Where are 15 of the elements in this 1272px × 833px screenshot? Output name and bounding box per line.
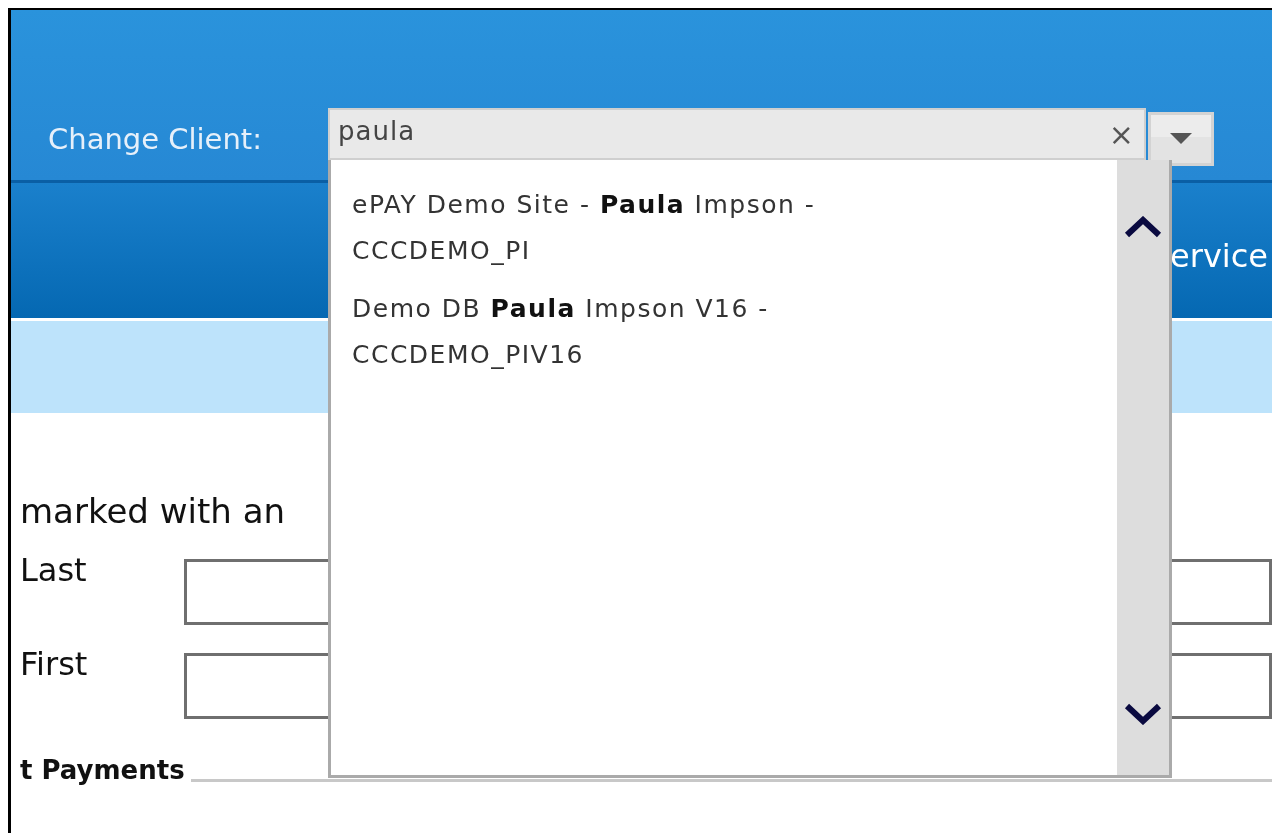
field-label: First bbox=[20, 645, 89, 683]
client-option[interactable]: ePAY Demo Site - Paula Impson - CCCDEMO_PI bbox=[352, 182, 972, 274]
scrollbar[interactable] bbox=[1117, 160, 1169, 775]
scroll-up-icon[interactable] bbox=[1124, 216, 1162, 238]
client-option[interactable]: Demo DB Paula Impson V16 - CCCDEMO_PIV16 bbox=[352, 286, 972, 378]
change-client-label: Change Client: bbox=[48, 122, 263, 156]
clear-button[interactable]: × bbox=[1108, 116, 1134, 152]
caret-icon bbox=[1170, 133, 1192, 145]
section-title: t Payments bbox=[20, 755, 185, 785]
client-search-field[interactable]: paula × bbox=[328, 108, 1146, 160]
instruction-text: marked with an bbox=[20, 491, 287, 531]
dropdown-button[interactable] bbox=[1148, 112, 1214, 166]
scroll-down-icon[interactable] bbox=[1124, 703, 1162, 725]
field-label: Last bbox=[20, 551, 88, 589]
nav-item[interactable]: ervice bbox=[1170, 236, 1268, 275]
